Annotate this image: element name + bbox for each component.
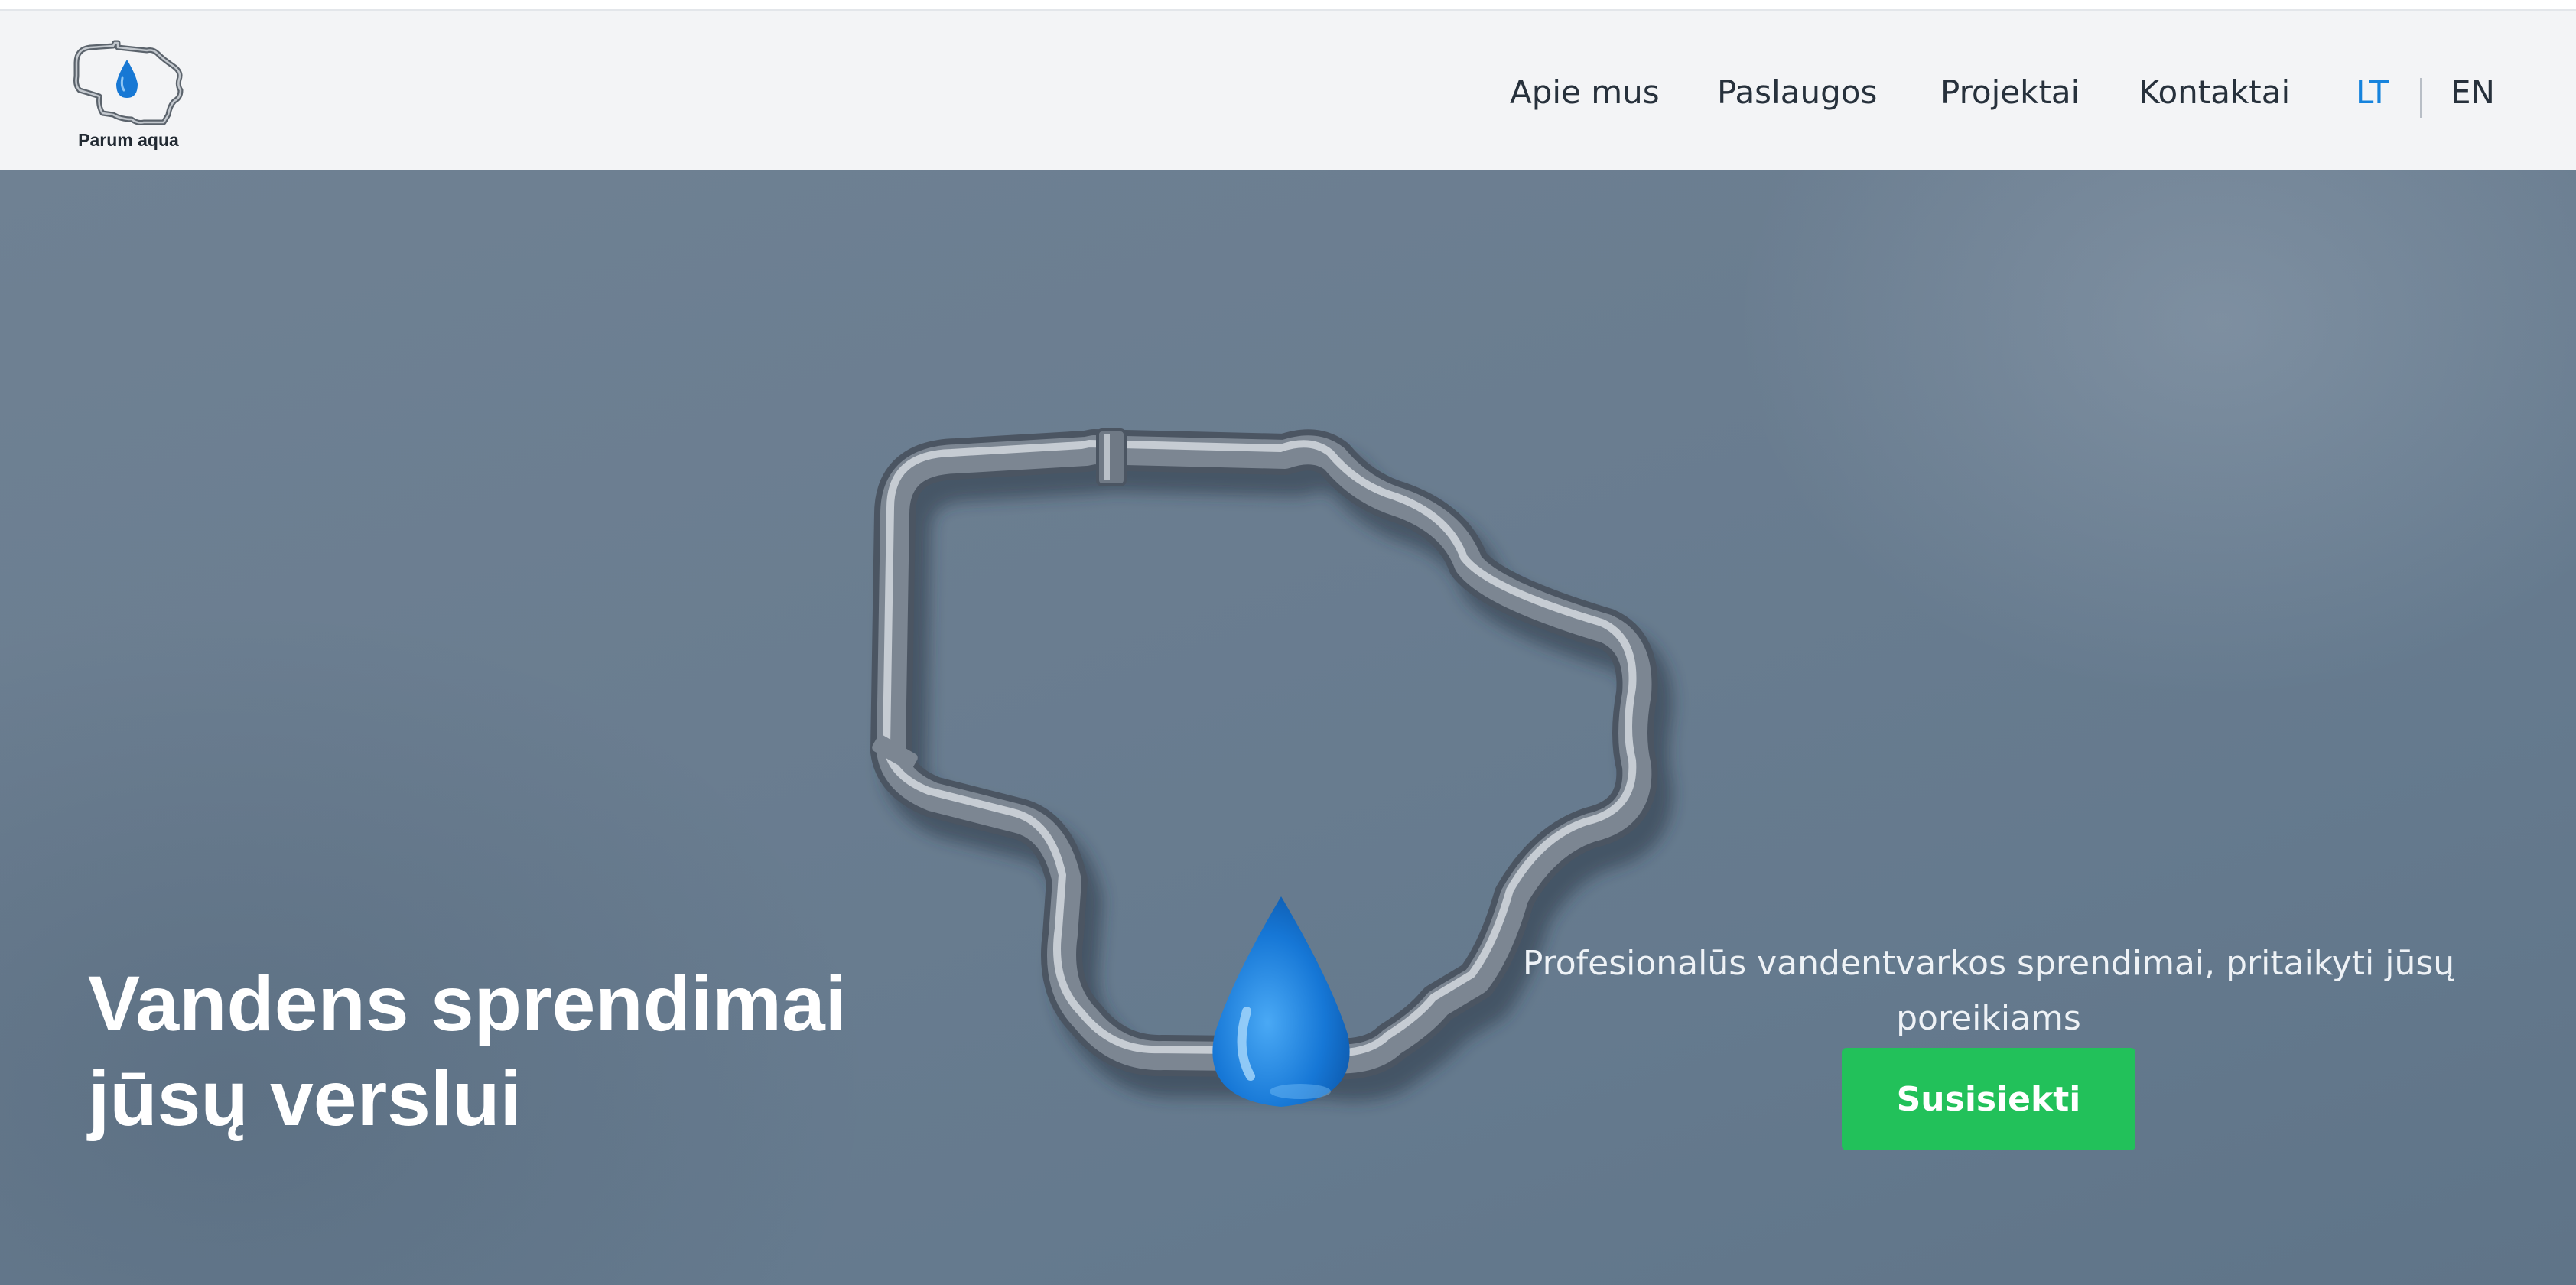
hero-section: Vandens sprendimai jūsų verslui Profesio… bbox=[0, 170, 2576, 1285]
language-separator bbox=[2420, 78, 2422, 118]
hero-title: Vandens sprendimai jūsų verslui bbox=[88, 956, 1006, 1146]
nav-link-apie-mus[interactable]: Apie mus bbox=[1510, 73, 1660, 111]
nav-link-projektai[interactable]: Projektai bbox=[1940, 73, 2080, 111]
brand-name: Parum aqua bbox=[78, 130, 179, 150]
hero-title-line-2: jūsų verslui bbox=[88, 1055, 522, 1143]
nav-link-paslaugos[interactable]: Paslaugos bbox=[1717, 73, 1877, 111]
nav-link-kontaktai[interactable]: Kontaktai bbox=[2139, 73, 2290, 111]
hero-subtitle: Profesionalūs vandentvarkos sprendimai, … bbox=[1522, 944, 2455, 1038]
browser-top-strip bbox=[0, 0, 2576, 11]
language-en[interactable]: EN bbox=[2451, 73, 2495, 111]
hero-title-line-1: Vandens sprendimai bbox=[88, 960, 847, 1048]
brand-logo[interactable]: Parum aqua bbox=[67, 40, 190, 155]
language-lt[interactable]: LT bbox=[2356, 73, 2389, 111]
contact-button[interactable]: Susisiekti bbox=[1842, 1048, 2135, 1150]
lithuania-pipe-logo-icon bbox=[73, 40, 184, 125]
site-header: Parum aqua Apie mus Paslaugos Projektai … bbox=[0, 11, 2576, 171]
